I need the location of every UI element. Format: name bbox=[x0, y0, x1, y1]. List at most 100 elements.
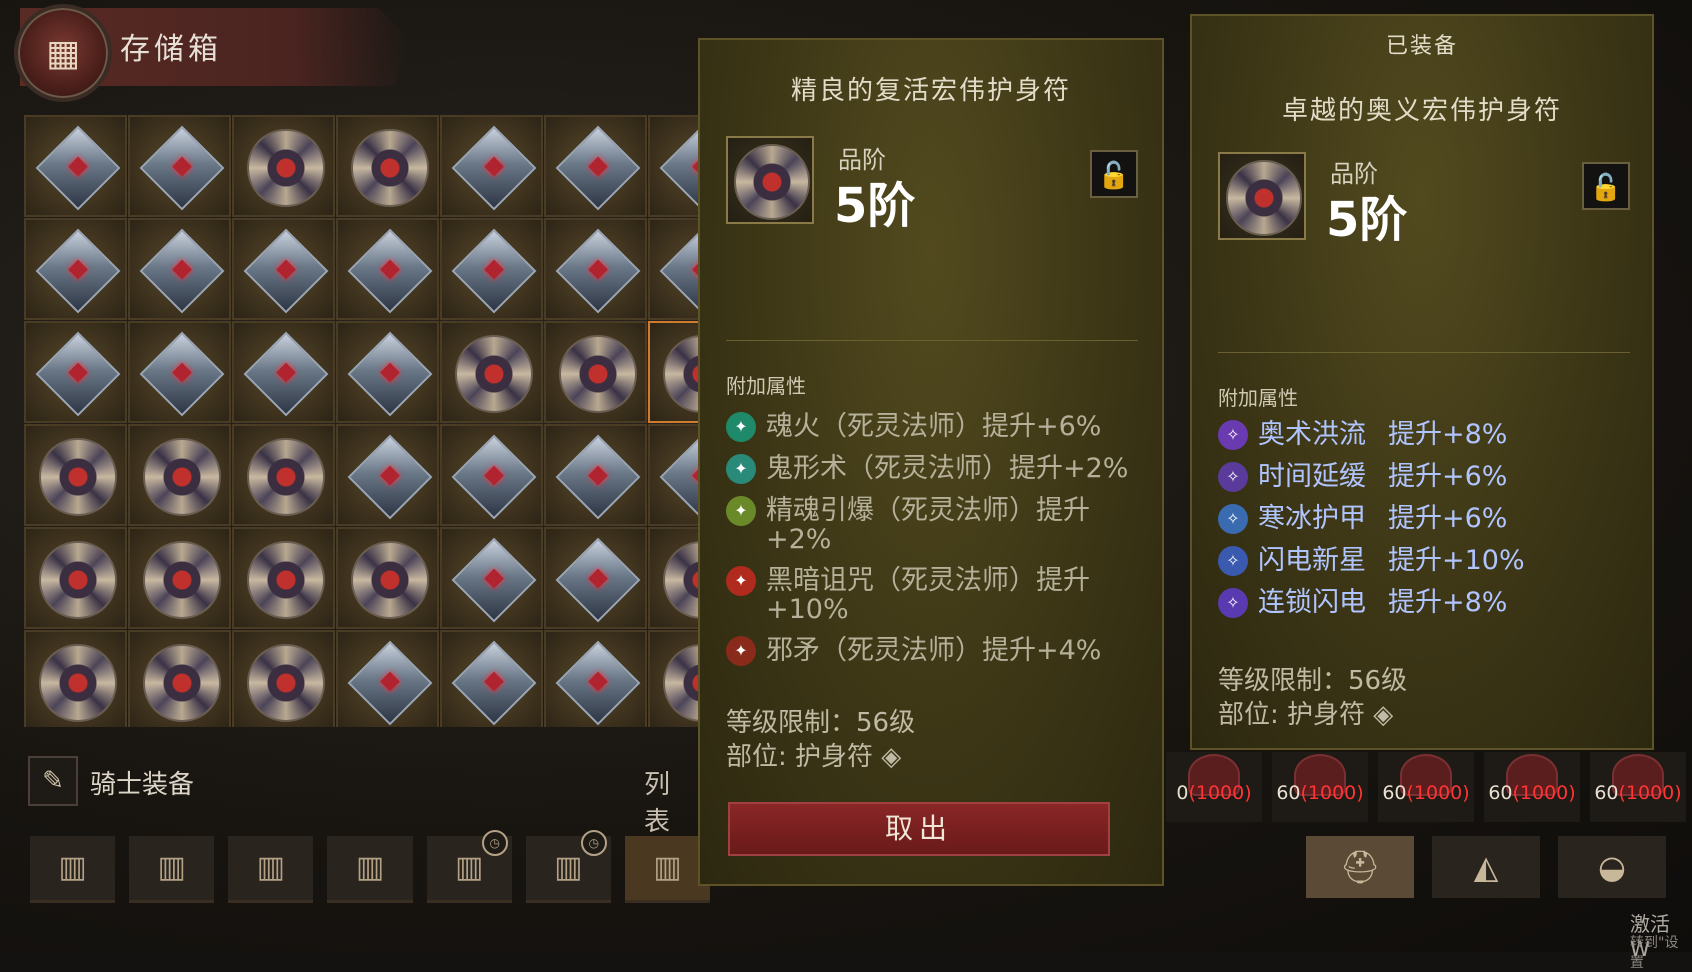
equipment-slot[interactable]: 60(1000) bbox=[1378, 752, 1474, 822]
amulet-icon bbox=[555, 537, 640, 623]
skill-icon: ✦ bbox=[726, 412, 756, 442]
storage-tab[interactable]: ▥ ◷ bbox=[426, 830, 512, 903]
page-title: 存储箱 bbox=[120, 32, 222, 67]
amulet-icon bbox=[347, 640, 432, 726]
ornate-chest-icon: ▥ bbox=[653, 850, 682, 885]
skill-icon: ✦ bbox=[726, 454, 756, 484]
skill-icon: ✦ bbox=[726, 566, 756, 596]
equipped-item-icon-frame bbox=[1218, 152, 1306, 240]
lock-icon[interactable]: 🔓 bbox=[1582, 162, 1630, 210]
inventory-slot[interactable] bbox=[544, 218, 647, 320]
inventory-slot[interactable] bbox=[648, 321, 700, 423]
inventory-slot[interactable] bbox=[440, 115, 543, 217]
inventory-slot[interactable] bbox=[128, 218, 231, 320]
affix-name: 寒冰护甲 bbox=[1258, 503, 1366, 534]
affix-name: 连锁闪电 bbox=[1258, 587, 1366, 618]
inventory-slot[interactable] bbox=[440, 218, 543, 320]
amulet-icon bbox=[451, 125, 536, 211]
equipped-item-name: 卓越的奥义宏伟护身符 bbox=[1281, 96, 1562, 126]
grand-amulet-icon bbox=[38, 541, 117, 619]
grand-amulet-icon bbox=[38, 644, 117, 722]
inventory-slot[interactable] bbox=[544, 630, 647, 727]
divider bbox=[726, 340, 1138, 341]
inventory-slot[interactable] bbox=[336, 527, 439, 629]
list-label[interactable]: 列表 bbox=[644, 764, 684, 838]
inventory-slot[interactable] bbox=[336, 321, 439, 423]
attributes-label: 附加属性 bbox=[726, 374, 806, 398]
inventory-slot[interactable] bbox=[544, 424, 647, 526]
inventory-slot[interactable] bbox=[232, 424, 335, 526]
storage-tab[interactable]: ▥ ◷ bbox=[525, 830, 611, 903]
inventory-slot[interactable] bbox=[336, 424, 439, 526]
affix-row: ✧ 奥术洪流 提升+8% bbox=[1218, 420, 1507, 450]
affix-row: ✦ 精魂引爆（死灵法师）提升 +2% bbox=[726, 496, 1138, 554]
affix-name: 闪电新星 bbox=[1258, 545, 1366, 576]
inventory-slot[interactable] bbox=[648, 218, 700, 320]
inventory-slot[interactable] bbox=[24, 527, 127, 629]
inventory-slot[interactable] bbox=[648, 424, 700, 526]
grand-amulet-icon bbox=[246, 541, 325, 619]
storage-tab[interactable]: ▥ bbox=[30, 836, 116, 903]
skill-icon: ✧ bbox=[1218, 546, 1248, 576]
inventory-slot[interactable] bbox=[232, 321, 335, 423]
helmet-icon[interactable]: ⛑ bbox=[1306, 836, 1414, 898]
inventory-slot[interactable] bbox=[544, 527, 647, 629]
bag-icon[interactable]: ◒ bbox=[1558, 836, 1666, 898]
tier-value: 5阶 bbox=[834, 178, 916, 234]
lock-icon[interactable]: 🔓 bbox=[1090, 150, 1138, 198]
slot-level: 60(1000) bbox=[1382, 782, 1470, 804]
inventory-slot[interactable] bbox=[24, 321, 127, 423]
inventory-slot[interactable] bbox=[232, 218, 335, 320]
storage-tab[interactable]: ▥ bbox=[129, 836, 215, 903]
equipment-slot[interactable]: 60(1000) bbox=[1590, 752, 1686, 822]
grand-amulet-icon bbox=[142, 541, 221, 619]
slot-level: 60(1000) bbox=[1594, 782, 1682, 804]
amulet-icon bbox=[734, 144, 810, 220]
inventory-slot[interactable] bbox=[24, 630, 127, 727]
inventory-slot[interactable] bbox=[232, 115, 335, 217]
inventory-slot[interactable] bbox=[336, 115, 439, 217]
inventory-slot[interactable] bbox=[232, 527, 335, 629]
inventory-slot[interactable] bbox=[440, 630, 543, 727]
inventory-slot[interactable] bbox=[440, 424, 543, 526]
skill-icon: ✧ bbox=[1218, 504, 1248, 534]
inventory-slot[interactable] bbox=[128, 115, 231, 217]
take-out-button[interactable]: 取出 bbox=[728, 802, 1110, 856]
amulet-icon bbox=[659, 228, 700, 314]
inventory-slot[interactable] bbox=[544, 321, 647, 423]
storage-tabs: ▥ ▥ ▥ ▥ ▥ ◷ ▥ ◷ ▥ bbox=[30, 830, 710, 904]
inventory-slot[interactable] bbox=[648, 527, 700, 629]
inventory-slot[interactable] bbox=[128, 630, 231, 727]
grand-amulet-icon bbox=[246, 644, 325, 722]
storage-tab[interactable]: ▥ bbox=[228, 836, 314, 903]
inventory-slot[interactable] bbox=[440, 321, 543, 423]
equipment-slot[interactable]: 60(1000) bbox=[1484, 752, 1580, 822]
inventory-slot[interactable] bbox=[128, 527, 231, 629]
inventory-slot[interactable] bbox=[440, 527, 543, 629]
slot-info: 部位: 护身符 ◈ bbox=[1218, 700, 1394, 730]
clock-icon: ◷ bbox=[481, 830, 508, 856]
inventory-slot[interactable] bbox=[24, 424, 127, 526]
inventory-slot[interactable] bbox=[24, 218, 127, 320]
affix-row: ✧ 闪电新星 提升+10% bbox=[1218, 546, 1525, 576]
storage-tab[interactable]: ▥ bbox=[327, 836, 413, 903]
inventory-slot[interactable] bbox=[336, 630, 439, 727]
stone-icon[interactable]: ◭ bbox=[1432, 836, 1540, 898]
inventory-slot[interactable] bbox=[232, 630, 335, 727]
inventory-slot[interactable] bbox=[24, 115, 127, 217]
inventory-slot[interactable] bbox=[648, 115, 700, 217]
inventory-slot[interactable] bbox=[544, 115, 647, 217]
equipment-slot[interactable]: 60(1000) bbox=[1272, 752, 1368, 822]
inventory-slot[interactable] bbox=[128, 424, 231, 526]
grand-amulet-icon bbox=[246, 129, 325, 207]
grand-amulet-icon bbox=[350, 541, 429, 619]
skill-icon: ✧ bbox=[1218, 588, 1248, 618]
inventory-slot[interactable] bbox=[336, 218, 439, 320]
slot-info: 部位: 护身符 ◈ bbox=[726, 742, 902, 772]
inventory-slot[interactable] bbox=[648, 630, 700, 727]
inventory-slot[interactable] bbox=[128, 321, 231, 423]
knight-equipment-bar[interactable]: ✎ 骑士装备 列表 bbox=[24, 752, 684, 837]
equipment-slot[interactable]: 0(1000) bbox=[1166, 752, 1262, 822]
grand-amulet-icon bbox=[246, 438, 325, 516]
feather-icon[interactable]: ✎ bbox=[28, 756, 78, 806]
